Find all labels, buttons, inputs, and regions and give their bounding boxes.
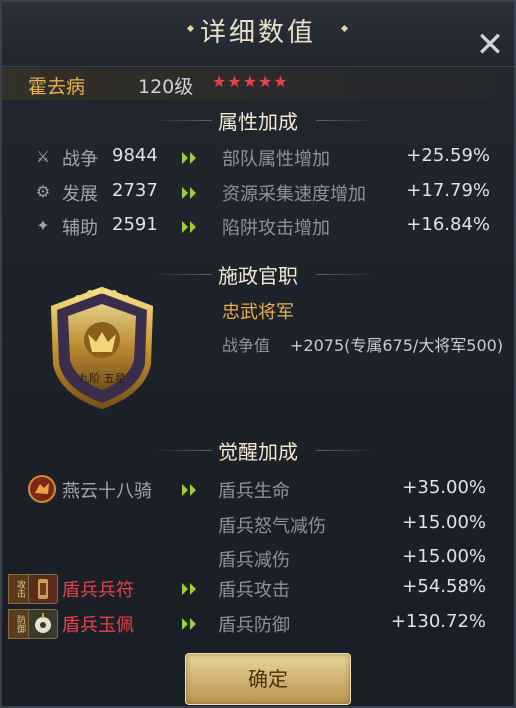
bonus-value: +35.00% [402,477,486,498]
hero-row: 霍去病 120级 ★★★★★ [2,68,514,100]
tally-icon [28,574,58,604]
page-title: 详细数值 [199,18,316,48]
bonus-name: 部队属性增加 [222,149,330,170]
divider-right [316,120,376,121]
detail-panel: 详细数值 ✕ 霍去病 120级 ★★★★★ 属性加成 ⚔ 战争 9844 部队属… [0,0,516,708]
awaken-skill-name: 燕云十八骑 [62,481,152,502]
office-value: +2075(专属675/大将军500) [290,336,504,355]
awaken-row: 燕云十八骑 盾兵生命 +35.00% [2,475,514,505]
defense-badge: 防御 [8,609,30,639]
arrow-icon [182,152,196,164]
stat-name: 辅助 [62,218,98,239]
stat-value: 2737 [112,180,158,201]
jade-pendant-icon [28,609,58,639]
stat-name: 战争 [62,149,98,170]
divider-right [316,450,376,451]
section-awaken-title: 觉醒加成 [218,440,298,464]
office-label: 战争值 [222,336,271,355]
bonus-name: 陷阱攻击增加 [222,218,330,239]
cavalry-skill-icon [28,475,56,503]
bonus-value: +17.79% [406,180,490,201]
hero-name: 霍去病 [28,76,86,98]
bonus-value: +54.58% [402,576,486,597]
stat-value: 2591 [112,214,158,235]
star-rating: ★★★★★ [212,72,289,91]
title-bar: 详细数值 ✕ [2,2,514,67]
divider-right [316,274,376,275]
stat-row-war: ⚔ 战争 9844 部队属性增加 +25.59% [2,143,514,173]
sword-icon: ⚔ [35,147,51,166]
awaken-row: 盾兵减伤 +15.00% [2,544,514,574]
stat-row-assist: ✦ 辅助 2591 陷阱攻击增加 +16.84% [2,212,514,242]
item-name: 盾兵兵符 [62,580,134,601]
bonus-value: +15.00% [402,512,486,533]
arrow-icon [182,618,196,630]
develop-icon: ⚙ [35,182,51,201]
rank-emblem-icon: 九阶 五星 [50,286,154,410]
arrow-icon [182,221,196,233]
bonus-value: +130.72% [390,611,486,632]
item-name: 盾兵玉佩 [62,615,134,636]
assist-icon: ✦ [36,216,50,235]
arrow-icon [182,484,196,496]
bonus-name: 盾兵减伤 [218,550,290,571]
stat-name: 发展 [62,184,98,205]
stat-row-develop: ⚙ 发展 2737 资源采集速度增加 +17.79% [2,178,514,208]
bonus-name: 盾兵攻击 [218,580,290,601]
awaken-row: 盾兵怒气减伤 +15.00% [2,510,514,540]
arrow-icon [182,187,196,199]
hero-level: 120级 [138,76,194,98]
item-row-tally[interactable]: 攻击 盾兵兵符 盾兵攻击 +54.58% [2,574,514,604]
bonus-name: 盾兵生命 [218,481,290,502]
bonus-value: +16.84% [406,214,490,235]
arrow-icon [182,583,196,595]
confirm-button[interactable]: 确定 [185,653,351,705]
bonus-value: +15.00% [402,546,486,567]
bonus-name: 盾兵怒气减伤 [218,516,326,537]
stat-value: 9844 [112,145,158,166]
emblem-rank-text: 九阶 五星 [78,371,126,385]
item-row-jade[interactable]: 防御 盾兵玉佩 盾兵防御 +130.72% [2,609,514,639]
office-title: 忠武将军 [222,302,294,323]
section-attr-title: 属性加成 [218,110,298,134]
attack-badge: 攻击 [8,574,30,604]
bonus-value: +25.59% [406,145,490,166]
bonus-name: 资源采集速度增加 [222,184,366,205]
close-icon[interactable]: ✕ [472,28,508,64]
bonus-name: 盾兵防御 [218,615,290,636]
